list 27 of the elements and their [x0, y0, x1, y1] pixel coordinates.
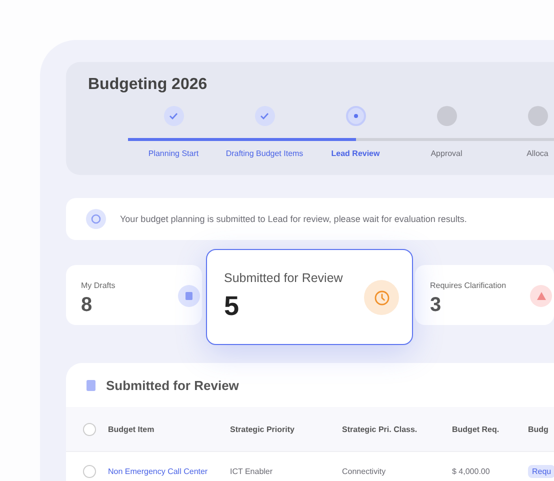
stat-value: 3 [430, 294, 442, 317]
column-header[interactable]: Budget Req. [452, 424, 528, 434]
table-cell-text: $ 4,000.00 [452, 466, 491, 476]
info-message: Your budget planning is submitted to Lead for review, please wait for evaluation results. [120, 214, 467, 224]
step-label[interactable]: Lead Review [331, 149, 380, 158]
step-label[interactable]: Drafting Budget Items [226, 149, 304, 158]
budget-item-link[interactable]: Non Emergency Call Center [108, 466, 230, 476]
step-label[interactable]: Approval [430, 149, 462, 158]
page-title: Budgeting 2026 [88, 76, 208, 94]
column-header[interactable]: Budget Item [108, 424, 230, 434]
stat-card[interactable]: Submitted for Review 5 [206, 249, 413, 345]
column-header[interactable]: Strategic Priority [230, 424, 342, 434]
table-cell-text: ICT Enabler [230, 466, 274, 476]
table-title: Submitted for Review [106, 378, 239, 392]
step-label[interactable]: Planning Start [148, 149, 199, 158]
status-badge: Requ [528, 464, 554, 478]
stat-label: Submitted for Review [224, 271, 344, 285]
stat-label: Requires Clarification [430, 281, 508, 290]
column-header[interactable]: Strategic Pri. Class. [342, 424, 452, 434]
stat-card[interactable]: My Drafts 8 [66, 265, 202, 325]
stat-label: My Drafts [81, 281, 116, 290]
column-header[interactable]: Budg [528, 424, 554, 434]
stat-value: 5 [224, 291, 240, 322]
stat-value: 8 [81, 294, 92, 317]
stat-card[interactable]: Requires Clarification 3 [415, 265, 554, 325]
table-cell-text: Connectivity [342, 466, 387, 476]
step-label[interactable]: Alloca [526, 149, 548, 158]
